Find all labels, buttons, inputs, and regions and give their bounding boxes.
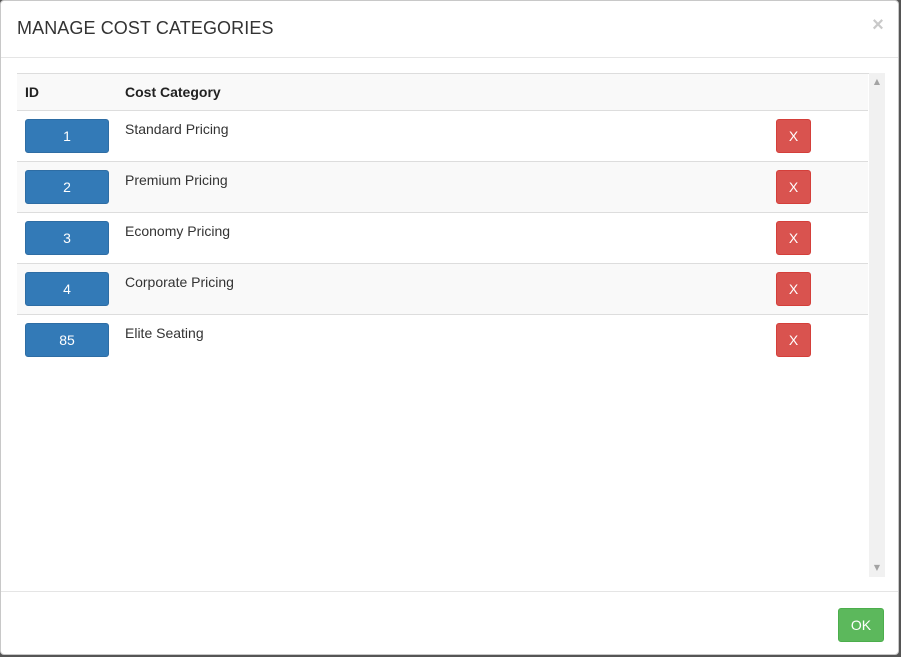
cost-category-name: Elite Seating	[125, 325, 204, 341]
id-button[interactable]: 1	[25, 119, 109, 153]
modal-header: MANAGE COST CATEGORIES ×	[1, 1, 898, 58]
scroll-down-icon[interactable]: ▼	[869, 561, 885, 575]
delete-button[interactable]: X	[776, 323, 811, 357]
table-row: 2 Premium Pricing X	[17, 162, 868, 213]
id-button[interactable]: 4	[25, 272, 109, 306]
table-row: 3 Economy Pricing X	[17, 213, 868, 264]
vertical-scrollbar[interactable]: ▲ ▼	[869, 73, 885, 577]
cost-category-name: Standard Pricing	[125, 121, 229, 137]
cost-category-name: Corporate Pricing	[125, 274, 234, 290]
table-row: 1 Standard Pricing X	[17, 111, 868, 162]
delete-button[interactable]: X	[776, 221, 811, 255]
scroll-up-icon[interactable]: ▲	[869, 75, 885, 89]
table-header: ID Cost Category	[17, 74, 868, 111]
modal-title: MANAGE COST CATEGORIES	[17, 18, 274, 38]
table-scroll-area[interactable]: ID Cost Category 1 Standard Pricing X 2 …	[17, 74, 868, 577]
table-row: 4 Corporate Pricing X	[17, 264, 868, 315]
delete-button[interactable]: X	[776, 119, 811, 153]
table-row: 85 Elite Seating X	[17, 315, 868, 366]
ok-button[interactable]: OK	[838, 608, 884, 642]
delete-button[interactable]: X	[776, 170, 811, 204]
manage-cost-categories-dialog: MANAGE COST CATEGORIES × ID Cost Categor…	[0, 0, 899, 655]
modal-footer: OK	[1, 591, 898, 654]
cost-category-name: Premium Pricing	[125, 172, 228, 188]
delete-button[interactable]: X	[776, 272, 811, 306]
column-header-cost-category: Cost Category	[125, 84, 221, 100]
close-icon[interactable]: ×	[868, 13, 888, 37]
id-button[interactable]: 3	[25, 221, 109, 255]
id-button[interactable]: 2	[25, 170, 109, 204]
id-button[interactable]: 85	[25, 323, 109, 357]
cost-category-name: Economy Pricing	[125, 223, 231, 239]
cost-category-table: ID Cost Category 1 Standard Pricing X 2 …	[17, 73, 869, 577]
column-header-id: ID	[25, 84, 39, 100]
